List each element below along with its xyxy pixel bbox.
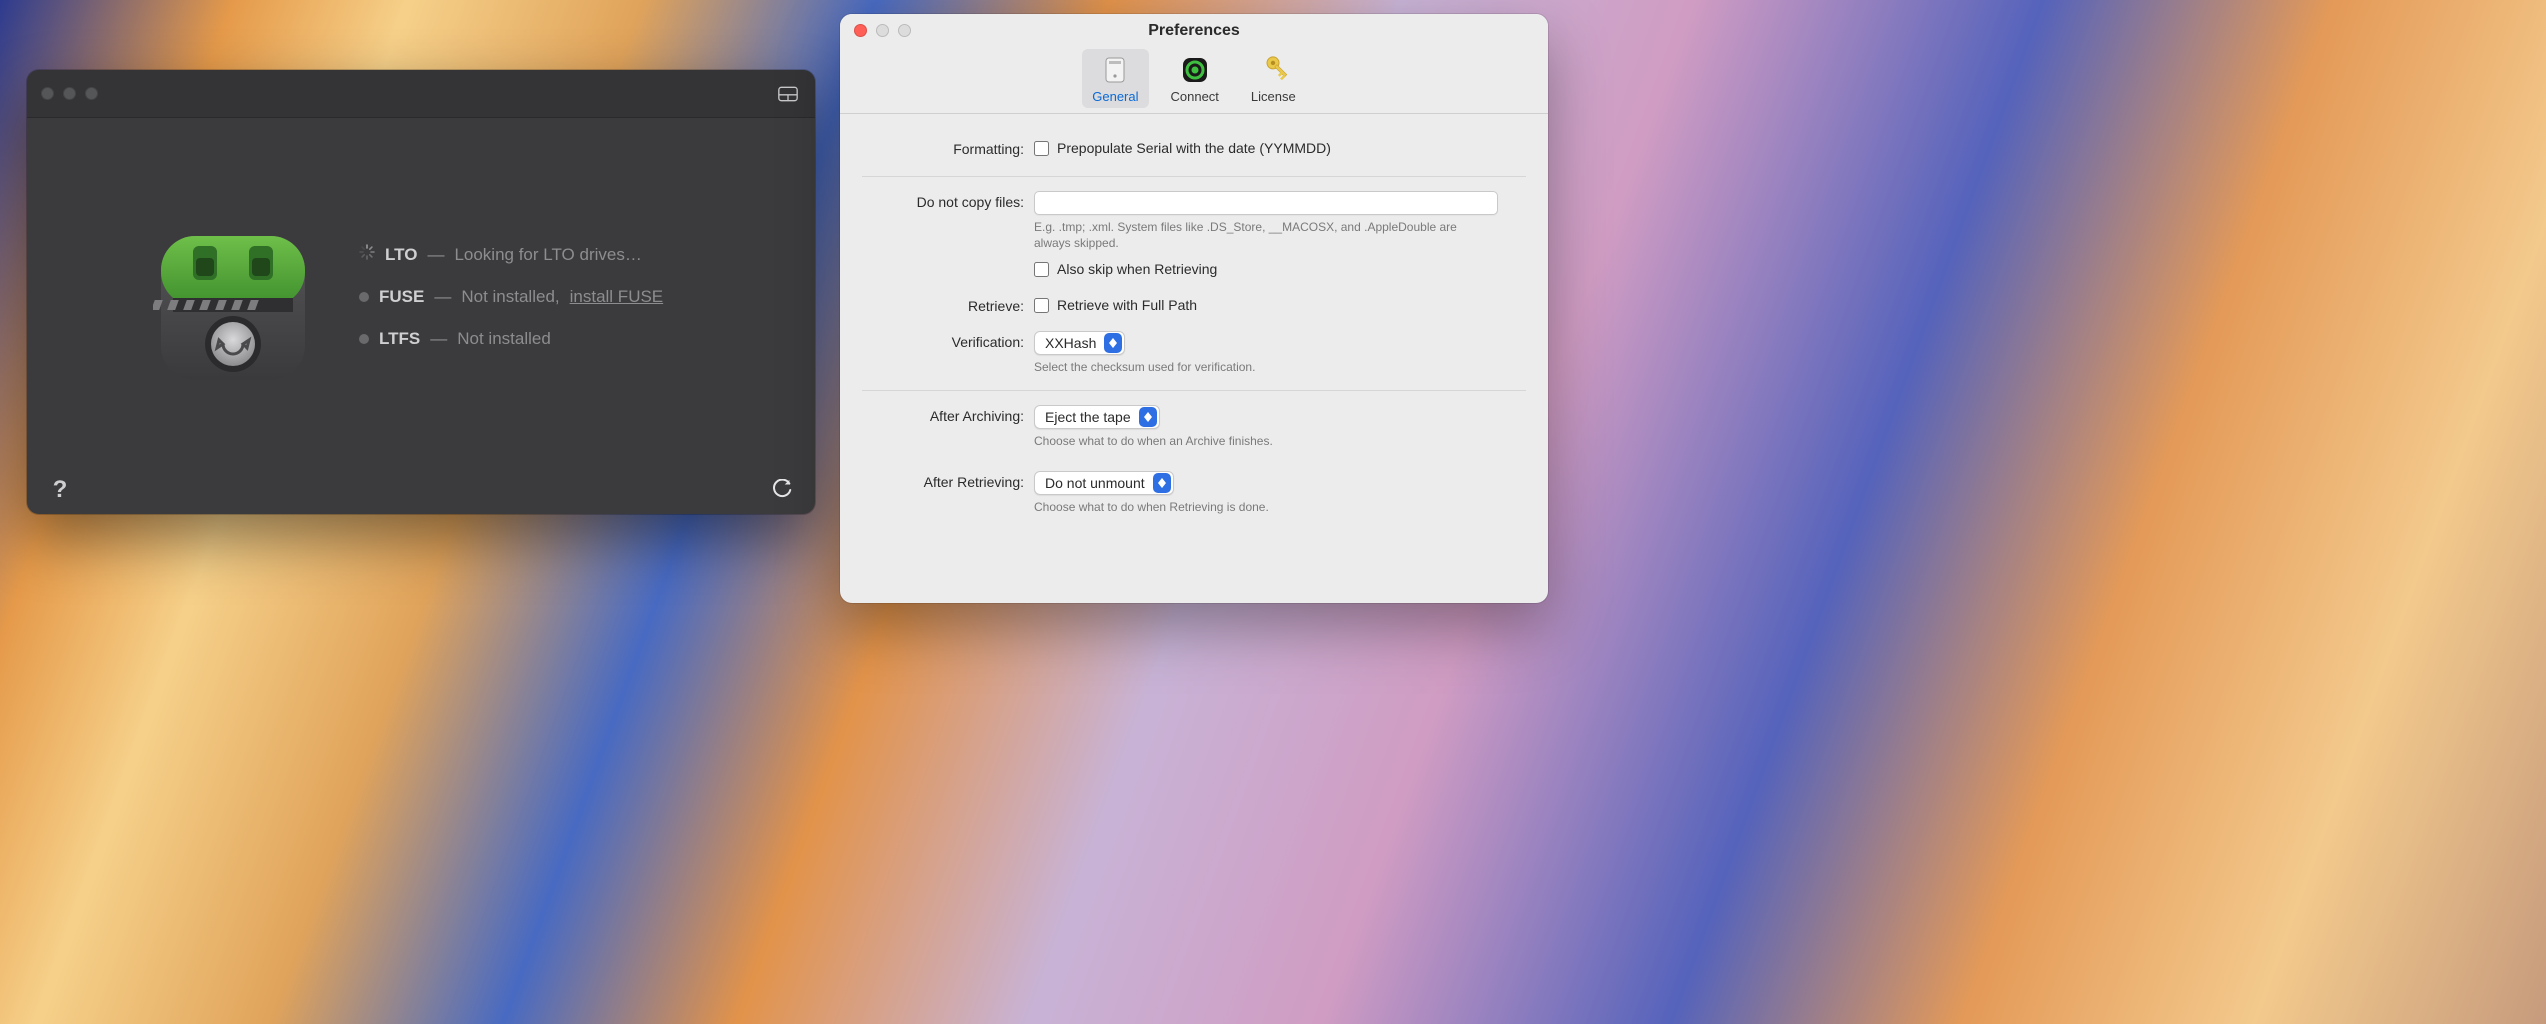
prefs-body: Formatting: Prepopulate Serial with the … — [840, 114, 1548, 603]
label-donotcopy: Do not copy files: — [862, 191, 1034, 210]
label-formatting: Formatting: — [862, 138, 1034, 157]
main-footer: ? — [27, 466, 815, 514]
status-fuse: FUSE — Not installed, install FUSE — [359, 287, 663, 307]
preferences-window: Preferences General Connect — [840, 14, 1548, 603]
verification-select[interactable]: XXHash — [1034, 331, 1125, 355]
traffic-lights — [41, 87, 98, 100]
spinner-icon — [359, 244, 375, 265]
main-titlebar — [27, 70, 815, 118]
row-donotcopy: Do not copy files: E.g. .tmp; .xml. Syst… — [852, 185, 1536, 289]
checkbox-input[interactable] — [1034, 298, 1049, 313]
status-lto: LTO — Looking for LTO drives… — [359, 244, 663, 265]
label-after-retrieving: After Retrieving: — [862, 471, 1034, 490]
tab-label: Connect — [1171, 89, 1219, 104]
row-after-archiving: After Archiving: Eject the tape Choose w… — [852, 399, 1536, 455]
donotcopy-help: E.g. .tmp; .xml. System files like .DS_S… — [1034, 215, 1494, 251]
tab-license[interactable]: License — [1241, 49, 1306, 108]
minimize-icon[interactable] — [63, 87, 76, 100]
after-retrieving-select[interactable]: Do not unmount — [1034, 471, 1174, 495]
tab-general[interactable]: General — [1082, 49, 1148, 108]
label-retrieve: Retrieve: — [862, 295, 1034, 314]
status-label: LTFS — [379, 329, 420, 349]
select-value: Do not unmount — [1045, 475, 1145, 491]
checkbox-retrieve-fullpath[interactable]: Retrieve with Full Path — [1034, 295, 1526, 319]
status-label: LTO — [385, 245, 417, 265]
window-title: Preferences — [840, 22, 1548, 40]
chevron-updown-icon — [1104, 333, 1122, 353]
select-value: Eject the tape — [1045, 409, 1131, 425]
row-formatting: Formatting: Prepopulate Serial with the … — [852, 132, 1536, 168]
row-after-retrieving: After Retrieving: Do not unmount Choose … — [852, 465, 1536, 521]
checkbox-input[interactable] — [1034, 262, 1049, 277]
row-retrieve: Retrieve: Retrieve with Full Path — [852, 289, 1536, 325]
donotcopy-input[interactable] — [1034, 191, 1498, 215]
help-button[interactable]: ? — [47, 477, 73, 503]
chevron-updown-icon — [1153, 473, 1171, 493]
close-icon[interactable] — [854, 24, 867, 37]
label-after-archiving: After Archiving: — [862, 405, 1034, 424]
after-retrieving-help: Choose what to do when Retrieving is don… — [1034, 495, 1494, 515]
minimize-icon[interactable] — [876, 24, 889, 37]
status-text: Not installed, — [461, 287, 559, 307]
divider — [862, 176, 1526, 177]
sidebar-toggle-button[interactable] — [775, 84, 801, 104]
reload-button[interactable] — [769, 477, 795, 503]
row-verification: Verification: XXHash Select the checksum… — [852, 325, 1536, 381]
main-window: LTO — Looking for LTO drives… FUSE — Not… — [27, 70, 815, 514]
checkbox-label: Also skip when Retrieving — [1057, 261, 1217, 277]
tab-connect[interactable]: Connect — [1161, 49, 1229, 108]
label-verification: Verification: — [862, 331, 1034, 350]
key-icon — [1256, 53, 1290, 87]
tab-label: License — [1251, 89, 1296, 104]
chevron-updown-icon — [1139, 407, 1157, 427]
verification-help: Select the checksum used for verificatio… — [1034, 355, 1494, 375]
status-dot-icon — [359, 334, 369, 344]
main-body: LTO — Looking for LTO drives… FUSE — Not… — [27, 118, 815, 514]
after-archiving-select[interactable]: Eject the tape — [1034, 405, 1160, 429]
checkbox-input[interactable] — [1034, 141, 1049, 156]
traffic-lights — [854, 24, 911, 37]
drive-icon — [1098, 53, 1132, 87]
status-text: Not installed — [457, 329, 551, 349]
status-ltfs: LTFS — Not installed — [359, 329, 663, 349]
status-list: LTO — Looking for LTO drives… FUSE — Not… — [359, 244, 663, 349]
zoom-icon[interactable] — [85, 87, 98, 100]
connect-icon — [1178, 53, 1212, 87]
status-label: FUSE — [379, 287, 424, 307]
after-archiving-help: Choose what to do when an Archive finish… — [1034, 429, 1494, 449]
zoom-icon[interactable] — [898, 24, 911, 37]
status-text: Looking for LTO drives… — [454, 245, 641, 265]
prefs-titlebar: Preferences — [840, 14, 1548, 47]
tab-label: General — [1092, 89, 1138, 104]
prefs-toolbar: General Connect — [840, 47, 1548, 114]
divider — [862, 390, 1526, 391]
checkbox-label: Retrieve with Full Path — [1057, 297, 1197, 313]
close-icon[interactable] — [41, 87, 54, 100]
checkbox-label: Prepopulate Serial with the date (YYMMDD… — [1057, 140, 1331, 156]
app-icon — [153, 228, 313, 388]
select-value: XXHash — [1045, 335, 1096, 351]
status-dot-icon — [359, 292, 369, 302]
install-fuse-link[interactable]: install FUSE — [570, 287, 664, 307]
checkbox-prepopulate-serial[interactable]: Prepopulate Serial with the date (YYMMDD… — [1034, 138, 1526, 162]
checkbox-also-skip[interactable]: Also skip when Retrieving — [1034, 259, 1526, 283]
